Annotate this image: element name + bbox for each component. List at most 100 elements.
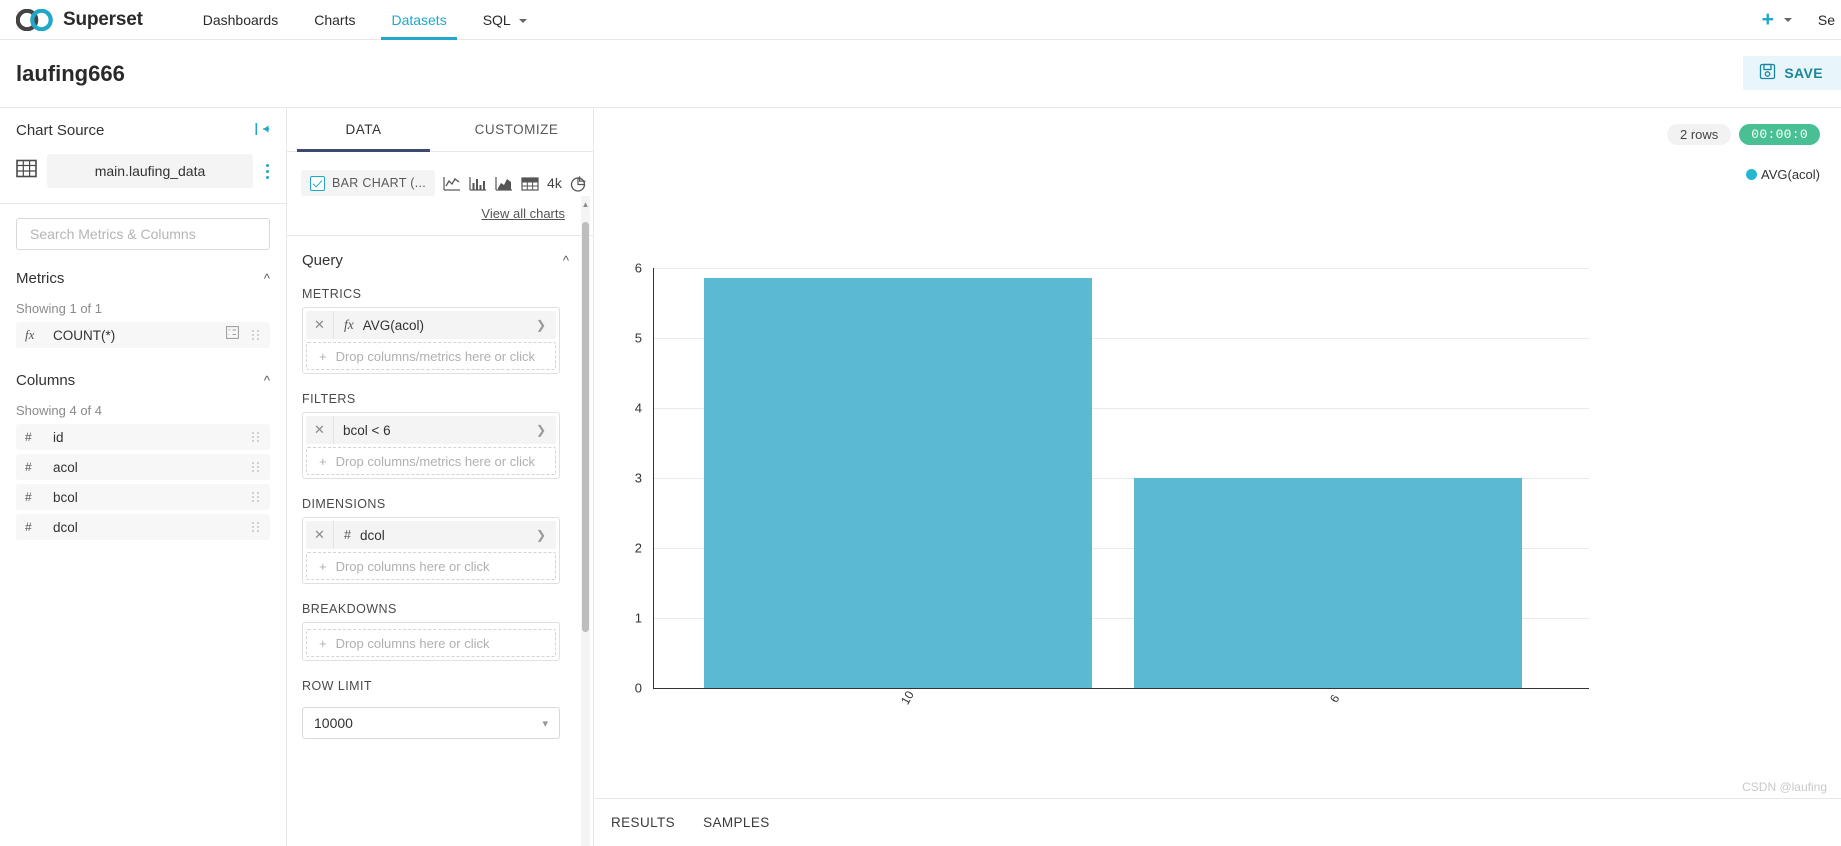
metrics-showing-label: Showing 1 of 1 bbox=[16, 301, 103, 316]
bar-chart-icon[interactable] bbox=[469, 175, 487, 192]
remove-icon[interactable]: ✕ bbox=[306, 521, 334, 549]
metrics-drop-placeholder[interactable]: + Drop columns/metrics here or click bbox=[306, 342, 556, 370]
remove-icon[interactable]: ✕ bbox=[306, 311, 334, 339]
view-all-charts-link[interactable]: View all charts bbox=[287, 196, 593, 221]
dimensions-drop-placeholder[interactable]: + Drop columns here or click bbox=[306, 552, 556, 580]
number-type-icon: # bbox=[25, 520, 32, 534]
drag-handle-icon[interactable] bbox=[251, 490, 261, 504]
breakdowns-drop-placeholder[interactable]: + Drop columns here or click bbox=[306, 629, 556, 657]
settings-menu[interactable]: Se bbox=[1804, 12, 1835, 28]
scroll-up-icon[interactable]: ▲ bbox=[581, 198, 590, 210]
tab-samples[interactable]: SAMPLES bbox=[689, 815, 784, 830]
tab-customize-label: CUSTOMIZE bbox=[474, 122, 559, 137]
filter-chip-label: bcol < 6 bbox=[343, 422, 391, 438]
query-section-header[interactable]: Query ^ bbox=[287, 236, 593, 269]
chart-source-header: Chart Source bbox=[0, 108, 286, 151]
column-item-dcol[interactable]: # dcol bbox=[16, 514, 270, 540]
plus-icon: + bbox=[319, 453, 327, 469]
watermark-text: CSDN @laufing bbox=[1742, 780, 1827, 794]
legend-entry-label: AVG(acol) bbox=[1761, 167, 1820, 182]
drag-handle-icon[interactable] bbox=[251, 460, 261, 474]
viz-type-current-pill[interactable]: BAR CHART (... bbox=[301, 170, 436, 196]
filter-chip-bcol[interactable]: ✕ bcol < 6 ❯ bbox=[306, 416, 556, 444]
metrics-section-title: Metrics bbox=[16, 270, 65, 287]
area-chart-icon[interactable] bbox=[495, 175, 513, 192]
column-item-bcol[interactable]: # bcol bbox=[16, 484, 270, 510]
nav-items: Dashboards Charts Datasets SQL bbox=[185, 0, 545, 40]
drag-handle-icon[interactable] bbox=[251, 328, 261, 342]
chart-source-panel: Chart Source main.laufing_data Search Me… bbox=[0, 108, 287, 846]
search-metrics-columns-box[interactable] bbox=[16, 218, 270, 250]
metrics-drop-zone[interactable]: ✕ fx AVG(acol) ❯ + Drop columns/metrics … bbox=[302, 307, 560, 374]
breakdowns-control-label: BREAKDOWNS bbox=[302, 602, 397, 616]
save-floppy-icon bbox=[1759, 63, 1776, 83]
bar-series-0-point-0[interactable] bbox=[704, 278, 1092, 688]
column-item-id[interactable]: # id bbox=[16, 424, 270, 450]
results-samples-tabs: RESULTS SAMPLES bbox=[594, 798, 1841, 846]
nav-item-sql[interactable]: SQL bbox=[465, 0, 545, 40]
nav-item-datasets[interactable]: Datasets bbox=[373, 0, 464, 40]
column-item-label: acol bbox=[53, 459, 78, 475]
query-timer-badge: 00:00:0 bbox=[1739, 124, 1820, 145]
dataset-name-pill[interactable]: main.laufing_data bbox=[47, 154, 253, 188]
page-title[interactable]: laufing666 bbox=[16, 61, 125, 87]
y-axis-tick-label: 2 bbox=[634, 540, 642, 556]
control-panel-scrollbar[interactable]: ▲ bbox=[581, 196, 590, 846]
checkbox-checked-icon bbox=[310, 175, 325, 191]
tab-data[interactable]: DATA bbox=[287, 108, 440, 152]
chevron-up-icon: ^ bbox=[263, 271, 270, 286]
remove-icon[interactable]: ✕ bbox=[306, 416, 334, 444]
big-number-icon[interactable]: 4k bbox=[547, 175, 562, 191]
kebab-menu-icon[interactable] bbox=[263, 161, 272, 182]
metrics-section-header[interactable]: Metrics ^ bbox=[0, 250, 286, 287]
filters-drop-zone[interactable]: ✕ bcol < 6 ❯ + Drop columns/metrics here… bbox=[302, 412, 560, 479]
source-divider bbox=[0, 203, 286, 204]
nav-item-dashboards[interactable]: Dashboards bbox=[185, 0, 297, 40]
nav-item-charts[interactable]: Charts bbox=[296, 0, 373, 40]
metrics-drop-placeholder-label: Drop columns/metrics here or click bbox=[335, 348, 535, 364]
drag-handle-icon[interactable] bbox=[251, 430, 261, 444]
save-button[interactable]: SAVE bbox=[1743, 56, 1841, 90]
control-panel-tabs: DATA CUSTOMIZE bbox=[287, 108, 593, 152]
pie-chart-icon[interactable] bbox=[570, 175, 588, 192]
bar-series-0-point-1[interactable] bbox=[1134, 478, 1522, 688]
number-type-icon: # bbox=[25, 430, 32, 444]
tab-customize[interactable]: CUSTOMIZE bbox=[440, 108, 593, 151]
metric-item-count[interactable]: fx COUNT(*) + - bbox=[16, 322, 270, 348]
tab-data-label: DATA bbox=[345, 122, 382, 137]
scrollbar-thumb[interactable] bbox=[582, 222, 589, 632]
table-chart-icon[interactable] bbox=[521, 175, 539, 192]
superset-infinity-logo bbox=[15, 8, 56, 31]
dimensions-drop-zone[interactable]: ✕ # dcol ❯ + Drop columns here or click bbox=[302, 517, 560, 584]
breakdowns-drop-zone[interactable]: + Drop columns here or click bbox=[302, 622, 560, 661]
column-item-acol[interactable]: # acol bbox=[16, 454, 270, 480]
collapse-panel-icon[interactable] bbox=[255, 122, 270, 139]
plus-icon: + bbox=[1761, 8, 1774, 31]
y-axis-tick-label: 6 bbox=[634, 260, 642, 276]
drag-handle-icon[interactable] bbox=[251, 520, 261, 534]
top-navigation-bar: Superset Dashboards Charts Datasets SQL … bbox=[0, 0, 1841, 40]
tab-results[interactable]: RESULTS bbox=[597, 815, 689, 830]
brand-name: Superset bbox=[63, 8, 143, 30]
y-axis-tick-label: 4 bbox=[634, 400, 642, 416]
columns-section-header[interactable]: Columns ^ bbox=[0, 352, 286, 389]
filters-drop-placeholder[interactable]: + Drop columns/metrics here or click bbox=[306, 447, 556, 475]
brand-logo-link[interactable]: Superset bbox=[15, 8, 143, 31]
search-input[interactable] bbox=[28, 225, 258, 243]
dimensions-drop-placeholder-label: Drop columns here or click bbox=[335, 558, 490, 574]
table-grid-icon bbox=[16, 158, 37, 184]
dimension-chip-dcol[interactable]: ✕ # dcol ❯ bbox=[306, 521, 556, 549]
row-limit-select[interactable]: 10000 ▾ bbox=[302, 707, 560, 739]
chart-legend[interactable]: AVG(acol) bbox=[1746, 167, 1820, 182]
chart-status-badges: 2 rows 00:00:0 bbox=[1666, 124, 1820, 145]
metric-item-label: COUNT(*) bbox=[53, 327, 116, 343]
query-section-title: Query bbox=[302, 252, 343, 269]
line-chart-icon[interactable] bbox=[443, 175, 461, 192]
chevron-right-icon: ❯ bbox=[535, 423, 546, 437]
chevron-down-icon: ▾ bbox=[542, 717, 548, 730]
new-item-button[interactable]: + bbox=[1754, 9, 1800, 30]
column-item-label: bcol bbox=[53, 489, 78, 505]
y-axis-line bbox=[653, 268, 655, 689]
column-item-label: dcol bbox=[53, 519, 78, 535]
metric-chip-avg-acol[interactable]: ✕ fx AVG(acol) ❯ bbox=[306, 311, 556, 339]
